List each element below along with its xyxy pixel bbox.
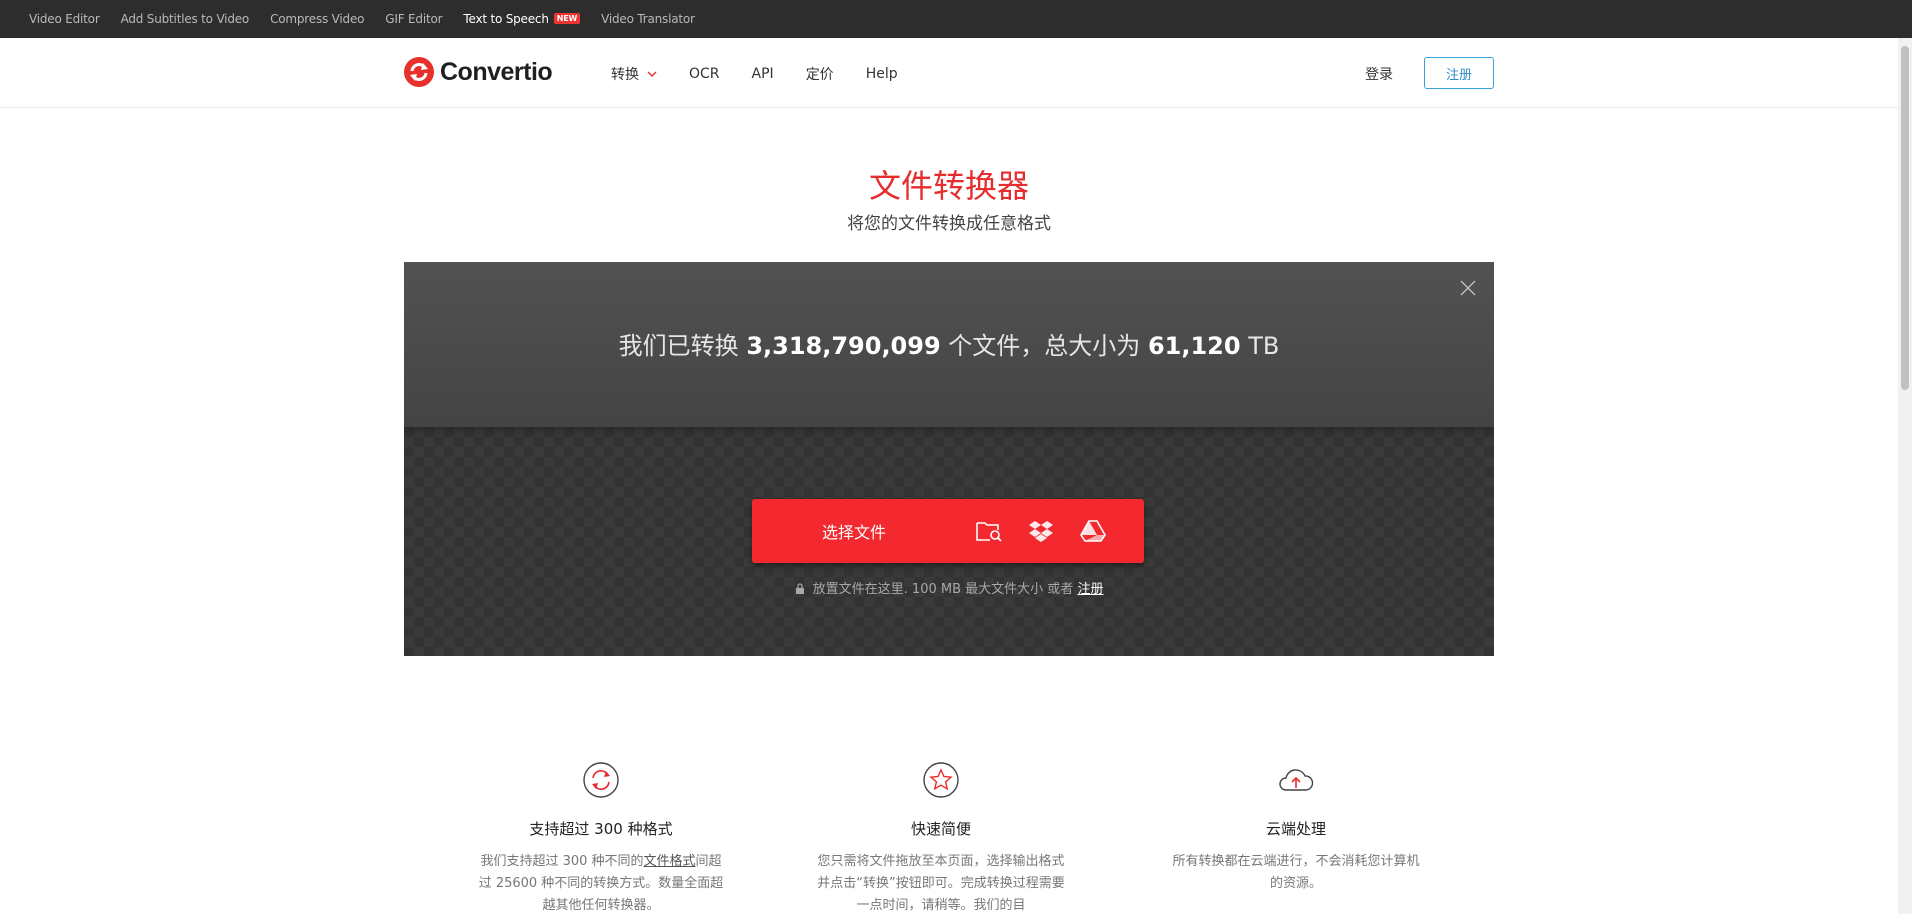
nav-item-label: 转换 (611, 67, 639, 83)
nav-item-api[interactable]: API (752, 64, 774, 84)
feature-title: 云端处理 (1265, 820, 1326, 838)
feature-title: 支持超过 300 种格式 (529, 820, 673, 838)
total-size: 61,120 (1147, 332, 1241, 360)
google-drive-button[interactable] (1078, 516, 1108, 546)
conversion-stats: 我们已转换 3,318,790,099 个文件，总大小为 61,120 TB (404, 326, 1494, 361)
nav-item-help[interactable]: Help (866, 64, 898, 84)
feature-desc-pre: 我们支持超过 300 种不同的 (480, 854, 644, 869)
scrollbar-thumb[interactable] (1901, 46, 1909, 390)
topbar-link-text-to-speech[interactable]: Text to Speech NEW (463, 12, 581, 26)
signup-button[interactable]: 注册 (1424, 57, 1494, 89)
refresh-icon (583, 762, 619, 798)
features-section: 支持超过 300 种格式 我们支持超过 300 种不同的文件格式间超过 2560… (476, 760, 1422, 914)
nav-item-convert[interactable]: 转换 (611, 64, 657, 84)
dropbox-button[interactable] (1026, 516, 1056, 546)
main-nav: 转换 OCR API 定价 Help (611, 64, 930, 84)
feature-formats: 支持超过 300 种格式 我们支持超过 300 种不同的文件格式间超过 2560… (476, 760, 726, 914)
feature-desc: 所有转换都在云端进行，不会消耗您计算机的资源。 (1172, 854, 1420, 891)
star-icon (923, 762, 959, 798)
logo[interactable]: Convertio (404, 57, 553, 87)
from-computer-button[interactable] (974, 516, 1004, 546)
feature-cloud: 云端处理 所有转换都在云端进行，不会消耗您计算机的资源。 (1171, 760, 1421, 895)
top-product-bar: Video Editor Add Subtitles to Video Comp… (0, 0, 1912, 38)
topbar-link-gif-editor[interactable]: GIF Editor (385, 12, 442, 26)
new-badge: NEW (553, 13, 581, 24)
file-formats-link[interactable]: 文件格式 (644, 854, 696, 869)
drop-signup-link[interactable]: 注册 (1077, 582, 1103, 597)
chevron-down-icon (647, 71, 657, 77)
topbar-link-video-translator[interactable]: Video Translator (601, 12, 695, 26)
site-header: Convertio 转换 OCR API 定价 Help 登录 注册 (0, 38, 1898, 108)
page-scrollbar[interactable] (1898, 38, 1912, 914)
stats-prefix: 我们已转换 (618, 332, 739, 360)
choose-files-label: 选择文件 (822, 523, 887, 542)
dropbox-icon (1029, 521, 1053, 542)
stats-banner: 我们已转换 3,318,790,099 个文件，总大小为 61,120 TB (404, 262, 1494, 427)
topbar-link-label: Text to Speech (463, 12, 549, 26)
google-drive-icon (1080, 520, 1106, 542)
feature-title: 快速简便 (910, 820, 971, 838)
files-count: 3,318,790,099 (746, 332, 941, 360)
convertio-logo-icon (404, 57, 434, 87)
logo-text: Convertio (440, 57, 553, 86)
topbar-link-compress-video[interactable]: Compress Video (270, 12, 364, 26)
topbar-link-video-editor[interactable]: Video Editor (29, 12, 100, 26)
size-unit: TB (1248, 332, 1280, 360)
nav-item-pricing[interactable]: 定价 (806, 64, 834, 84)
stats-middle: 个文件，总大小为 (948, 332, 1141, 360)
close-icon[interactable] (1459, 279, 1477, 297)
lock-icon (795, 583, 804, 594)
topbar-link-add-subtitles[interactable]: Add Subtitles to Video (121, 12, 250, 26)
choose-files-button[interactable]: 选择文件 (752, 499, 1144, 563)
feature-desc: 您只需将文件拖放至本页面，选择输出格式并点击“转换”按钮即可。完成转换过程需要一… (817, 854, 1065, 913)
cloud-upload-icon (1279, 769, 1314, 791)
feature-desc: 我们支持超过 300 种不同的文件格式间超过 25600 种不同的转换方式。数量… (476, 851, 726, 914)
feature-fast-easy: 快速简便 您只需将文件拖放至本页面，选择输出格式并点击“转换”按钮即可。完成转换… (816, 760, 1066, 914)
drop-hint-text: 放置文件在这里. 100 MB 最大文件大小 或者 (812, 582, 1074, 597)
page-title: 文件转换器 (868, 167, 1029, 205)
page-subtitle: 将您的文件转换成任意格式 (847, 214, 1051, 234)
login-link[interactable]: 登录 (1365, 64, 1393, 84)
nav-item-ocr[interactable]: OCR (689, 64, 720, 84)
folder-search-icon (976, 522, 1002, 542)
drop-hint: 放置文件在这里. 100 MB 最大文件大小 或者 注册 (404, 578, 1494, 597)
